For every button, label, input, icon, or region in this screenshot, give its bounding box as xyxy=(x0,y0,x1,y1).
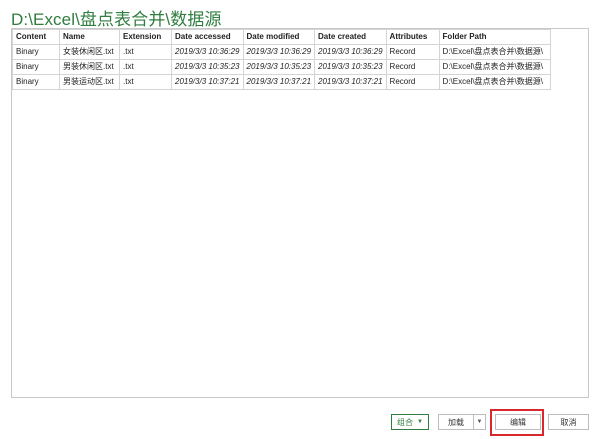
preview-grid[interactable]: Content Name Extension Date accessed Dat… xyxy=(11,28,589,398)
cell-date-modified: 2019/3/3 10:37:21 xyxy=(242,74,316,90)
cell-attributes[interactable]: Record xyxy=(385,59,440,75)
cancel-button-label: 取消 xyxy=(560,417,577,427)
file-list-table: Content Name Extension Date accessed Dat… xyxy=(12,29,551,90)
column-header-folder-path[interactable]: Folder Path xyxy=(438,29,551,45)
cell-name: 男装运动区.txt xyxy=(59,74,120,90)
cell-extension: .txt xyxy=(119,59,172,75)
cell-date-accessed: 2019/3/3 10:36:29 xyxy=(171,44,244,60)
cell-content[interactable]: Binary xyxy=(12,74,60,90)
cell-date-accessed: 2019/3/3 10:37:21 xyxy=(171,74,244,90)
column-header-date-created[interactable]: Date created xyxy=(314,29,387,45)
folder-preview-dialog: D:\Excel\盘点表合并\数据源 Content Name Extensio… xyxy=(0,0,600,439)
column-header-extension[interactable]: Extension xyxy=(119,29,172,45)
table-row[interactable]: Binary 男装休闲区.txt .txt 2019/3/3 10:35:23 … xyxy=(12,59,551,75)
cell-content[interactable]: Binary xyxy=(12,59,60,75)
chevron-down-icon: ▼ xyxy=(476,419,483,425)
combine-button-label: 组合 xyxy=(397,417,414,427)
cell-folder-path: D:\Excel\盘点表合并\数据源\ xyxy=(438,74,551,90)
cell-name: 男装休闲区.txt xyxy=(59,59,120,75)
cell-attributes[interactable]: Record xyxy=(385,44,440,60)
load-button[interactable]: 加载 xyxy=(438,414,474,430)
column-header-content[interactable]: Content xyxy=(12,29,60,45)
load-dropdown-button[interactable]: ▼ xyxy=(474,414,486,430)
edit-button-label: 编辑 xyxy=(510,417,526,427)
column-header-attributes[interactable]: Attributes xyxy=(385,29,440,45)
combine-button[interactable]: 组合 ▼ xyxy=(391,414,429,430)
load-button-label: 加载 xyxy=(448,417,464,427)
cell-name: 女装休闲区.txt xyxy=(59,44,120,60)
cell-date-created: 2019/3/3 10:35:23 xyxy=(314,59,387,75)
cell-folder-path: D:\Excel\盘点表合并\数据源\ xyxy=(438,44,551,60)
column-header-name[interactable]: Name xyxy=(59,29,120,45)
column-header-date-accessed[interactable]: Date accessed xyxy=(171,29,244,45)
cell-content[interactable]: Binary xyxy=(12,44,60,60)
cell-date-created: 2019/3/3 10:36:29 xyxy=(314,44,387,60)
cell-date-modified: 2019/3/3 10:35:23 xyxy=(242,59,316,75)
edit-button[interactable]: 编辑 xyxy=(495,414,541,430)
cell-extension: .txt xyxy=(119,44,172,60)
chevron-down-icon: ▼ xyxy=(417,419,423,425)
table-row[interactable]: Binary 男装运动区.txt .txt 2019/3/3 10:37:21 … xyxy=(12,74,551,90)
cancel-button[interactable]: 取消 xyxy=(548,414,589,430)
folder-path-title: D:\Excel\盘点表合并\数据源 xyxy=(11,10,222,29)
cell-attributes[interactable]: Record xyxy=(385,74,440,90)
table-header-row: Content Name Extension Date accessed Dat… xyxy=(12,29,551,45)
cell-date-accessed: 2019/3/3 10:35:23 xyxy=(171,59,244,75)
cell-date-modified: 2019/3/3 10:36:29 xyxy=(242,44,316,60)
table-row[interactable]: Binary 女装休闲区.txt .txt 2019/3/3 10:36:29 … xyxy=(12,44,551,60)
cell-folder-path: D:\Excel\盘点表合并\数据源\ xyxy=(438,59,551,75)
column-header-date-modified[interactable]: Date modified xyxy=(242,29,316,45)
cell-extension: .txt xyxy=(119,74,172,90)
cell-date-created: 2019/3/3 10:37:21 xyxy=(314,74,387,90)
